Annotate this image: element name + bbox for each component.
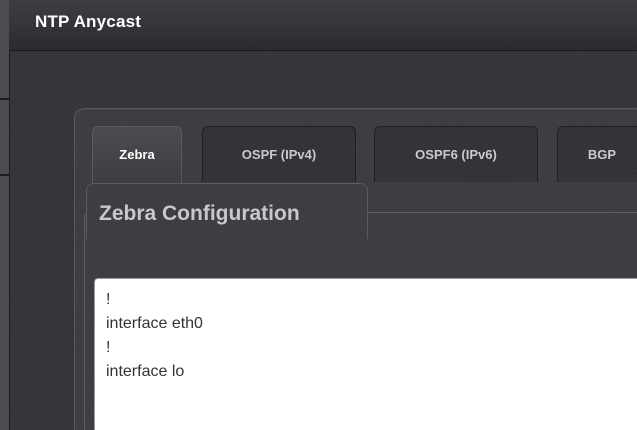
divider xyxy=(0,174,9,176)
config-line: ! xyxy=(106,339,111,356)
config-line: ! xyxy=(106,291,111,308)
config-line: interface eth0 xyxy=(106,315,203,332)
divider xyxy=(0,98,9,100)
config-textarea[interactable]: ! interface eth0 ! interface lo xyxy=(94,278,637,430)
section-title: Zebra Configuration xyxy=(99,202,300,225)
tab-ospf6-ipv6[interactable]: OSPF6 (IPv6) xyxy=(374,126,538,182)
ntp-anycast-page: NTP Anycast Zebra OSPF (IPv4) OSPF6 (IPv… xyxy=(0,0,637,430)
tab-zebra[interactable]: Zebra xyxy=(92,126,182,184)
tab-bgp[interactable]: BGP xyxy=(557,126,637,182)
tab-ospf-ipv4[interactable]: OSPF (IPv4) xyxy=(202,126,356,182)
config-line: interface lo xyxy=(106,363,185,380)
left-side-panel xyxy=(0,0,10,430)
window-title: NTP Anycast xyxy=(35,12,142,31)
section-header: Zebra Configuration xyxy=(86,183,368,239)
window-titlebar: NTP Anycast xyxy=(9,0,637,51)
